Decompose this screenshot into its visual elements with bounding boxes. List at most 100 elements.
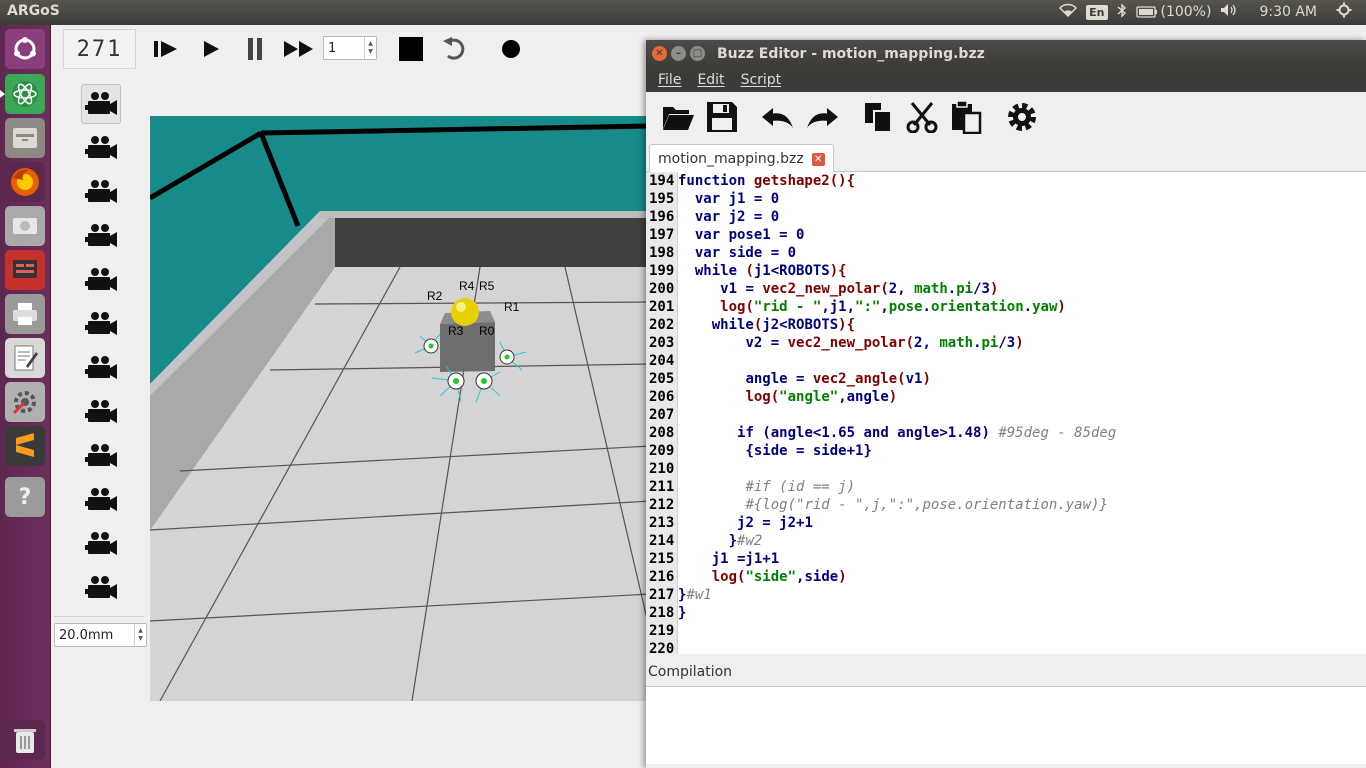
code-line[interactable]: 199 while (j1<ROBOTS){ [646,262,847,280]
code-line[interactable]: 202 while(j2<ROBOTS){ [646,316,855,334]
camera-button-3[interactable] [81,172,121,212]
battery-indicator[interactable]: (100%) [1135,4,1211,20]
launcher-printer-icon[interactable] [5,294,45,334]
line-number: 205 [649,371,675,387]
code-line[interactable]: 200 v1 = vec2_new_polar(2, math.pi/3) [646,280,998,298]
launcher-trash-icon[interactable] [5,720,45,760]
camera-button-9[interactable] [81,436,121,476]
camera-button-1[interactable] [81,84,121,124]
wifi-icon[interactable] [1059,3,1078,21]
code-token: #w1 [686,587,712,603]
close-tab-icon[interactable]: ✕ [811,152,825,166]
code-line[interactable]: 220 [646,640,678,654]
record-icon [502,40,520,58]
volume-icon[interactable] [1220,3,1238,21]
code-line[interactable]: 212 #{log("rid - ",j,":",pose.orientatio… [646,496,1108,514]
maximize-window-button[interactable]: □ [690,46,705,61]
step-counter-display: 271 [63,29,136,69]
code-line[interactable]: 215 j1 =j1+1 [646,550,779,568]
code-line[interactable]: 209 {side = side+1} [646,442,872,460]
launcher-sublime-icon[interactable] [5,426,45,466]
power-gear-icon[interactable] [1336,2,1352,22]
speed-spin-arrows[interactable]: ▲ ▼ [364,37,376,59]
editor-titlebar[interactable]: ✕ – □ Buzz Editor - motion_mapping.bzz [646,40,1366,67]
step-button[interactable] [151,35,183,63]
code-line[interactable]: 213 j2 = j2+1 [646,514,813,532]
code-line[interactable]: 211 #if (id == j) [646,478,855,496]
code-line[interactable]: 219 [646,622,678,640]
scissors-icon [906,102,938,133]
launcher-disk-icon[interactable] [5,206,45,246]
camera-button-7[interactable] [81,348,121,388]
launcher-help-icon[interactable]: ? [5,477,45,517]
undo-button[interactable] [760,99,796,135]
menu-edit[interactable]: Edit [697,72,724,88]
code-line[interactable]: 207 [646,406,678,424]
code-line[interactable]: 206 log("angle",angle) [646,388,897,406]
code-token: ( [880,281,889,297]
code-line[interactable]: 198 var side = 0 [646,244,796,262]
record-button[interactable] [495,35,527,63]
code-line[interactable]: 218} [646,604,686,622]
launcher-argos-icon[interactable] [0,74,45,114]
code-line[interactable]: 195 var j1 = 0 [646,190,779,208]
fast-forward-button[interactable] [283,35,315,63]
close-window-button[interactable]: ✕ [652,46,667,61]
launcher-dash-icon[interactable] [5,29,45,69]
launcher-text-editor-icon[interactable] [5,338,45,378]
redo-button[interactable] [804,99,840,135]
paste-button[interactable] [948,99,984,135]
minimize-window-button[interactable]: – [671,46,686,61]
code-token: yaw [1032,299,1058,315]
code-line[interactable]: 201 log("rid - ",j1,":",pose.orientation… [646,298,1066,316]
launcher-firefox-icon[interactable] [5,162,45,202]
code-token: log [711,569,738,585]
code-line[interactable]: 205 angle = vec2_angle(v1) [646,370,931,388]
code-line[interactable]: 194 function getshape2(){ [646,172,855,190]
camera-button-11[interactable] [81,524,121,564]
cut-button[interactable] [904,99,940,135]
save-file-button[interactable] [704,99,740,135]
code-line[interactable]: 196 var j2 = 0 [646,208,779,226]
camera-button-8[interactable] [81,392,121,432]
code-line[interactable]: 217}#w1 [646,586,712,604]
focal-length-spin-arrows[interactable]: ▲ ▼ [134,624,146,646]
camera-button-2[interactable] [81,128,121,168]
camera-button-6[interactable] [81,304,121,344]
menu-file[interactable]: File [658,72,681,88]
focal-length-spinbox[interactable]: 20.0mm ▲ ▼ [54,623,147,647]
simulation-3d-view[interactable]: R2 R4 R5 R1 R3 R0 [150,116,651,701]
stop-button[interactable] [395,35,427,63]
keyboard-language-indicator[interactable]: En [1086,4,1108,20]
speed-spinbox[interactable]: 1 ▲ ▼ [323,36,377,60]
play-button[interactable] [195,35,227,63]
compilation-output[interactable] [646,686,1366,764]
code-line[interactable]: 204 [646,352,678,370]
menu-script[interactable]: Script [741,72,782,88]
camera-button-4[interactable] [81,216,121,256]
camera-button-12[interactable] [81,568,121,608]
copy-button[interactable] [860,99,896,135]
code-line[interactable]: 210 [646,460,678,478]
open-file-button[interactable] [660,99,696,135]
code-editor[interactable]: 194 function getshape2(){195 var j1 = 0 19… [646,172,1366,654]
camera-button-5[interactable] [81,260,121,300]
code-line[interactable]: 216 log("side",side) [646,568,847,586]
code-token: ( [745,263,754,279]
pause-button[interactable] [239,35,271,63]
camera-button-10[interactable] [81,480,121,520]
launcher-files-icon[interactable] [5,118,45,158]
line-number: 206 [649,389,675,405]
bluetooth-icon[interactable] [1117,2,1127,22]
code-line[interactable]: 197 var pose1 = 0 [646,226,804,244]
reset-button[interactable] [439,35,471,63]
code-line[interactable]: 214 }#w2 [646,532,762,550]
tab-motion-mapping[interactable]: motion_mapping.bzz ✕ [649,144,834,173]
launcher-monitor-icon[interactable] [5,250,45,290]
launcher-settings-icon[interactable] [5,382,45,422]
settings-button[interactable] [1004,99,1040,135]
code-line[interactable]: 203 v2 = vec2_new_polar(2, math.pi/3) [646,334,1024,352]
code-line[interactable]: 208 if (angle<1.65 and angle>1.48) #95de… [646,424,1116,442]
clock[interactable]: 9:30 AM [1259,4,1317,20]
